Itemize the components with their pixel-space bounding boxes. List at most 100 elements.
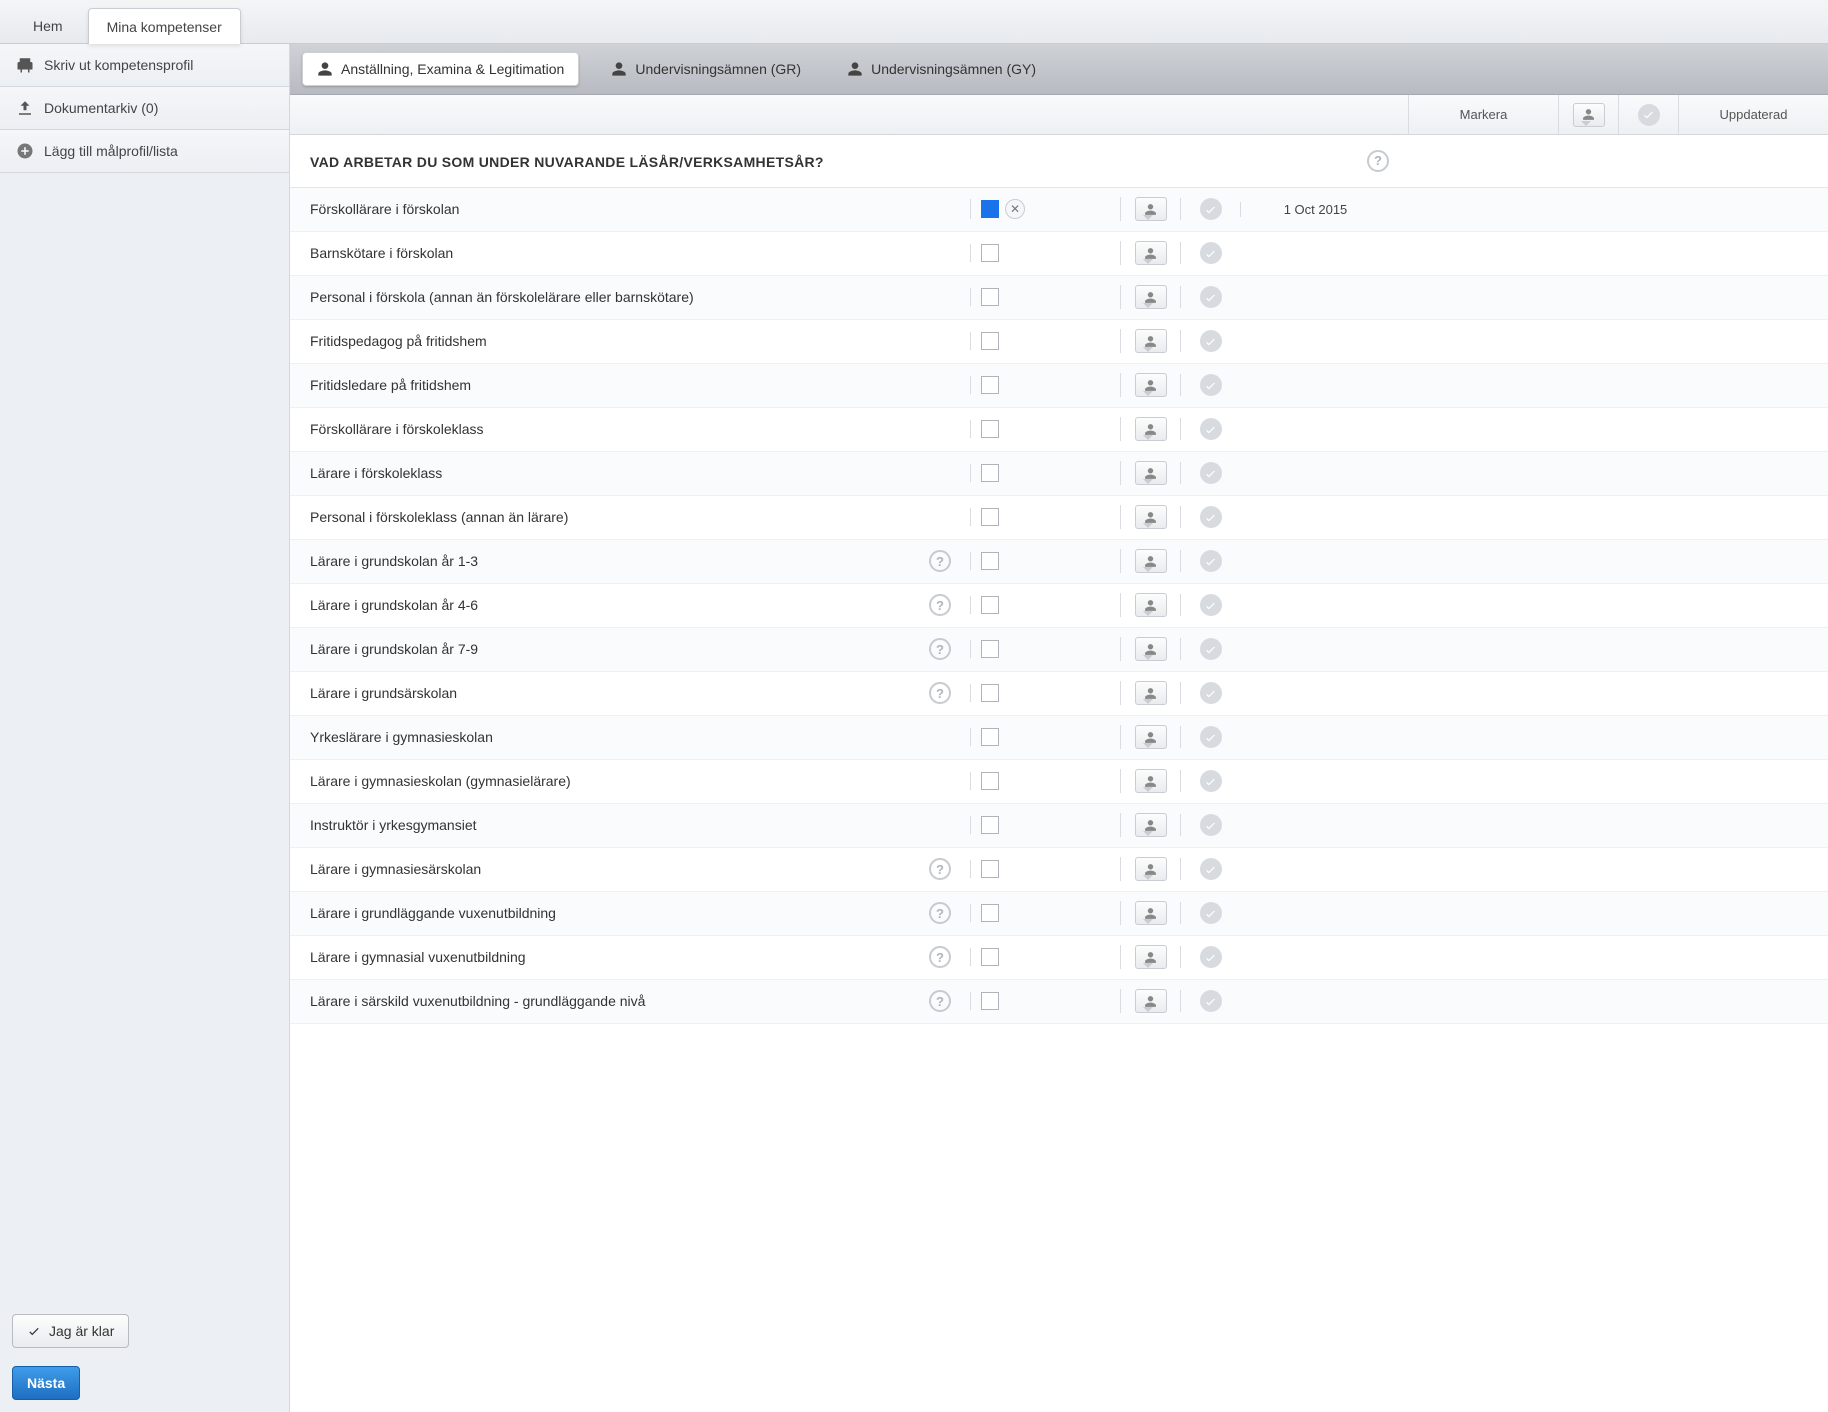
person-icon	[1144, 951, 1157, 964]
check-icon	[1204, 907, 1217, 920]
verify-icon	[1200, 242, 1222, 264]
section-tabs: Anställning, Examina & Legitimation Unde…	[290, 44, 1828, 95]
mark-checkbox[interactable]	[981, 860, 999, 878]
person-icon	[611, 61, 627, 77]
check-icon	[1204, 467, 1217, 480]
comment-button[interactable]	[1135, 945, 1167, 969]
mark-checkbox[interactable]	[981, 288, 999, 306]
mark-checkbox[interactable]	[981, 332, 999, 350]
person-icon	[1144, 379, 1157, 392]
help-icon[interactable]: ?	[929, 638, 951, 660]
verify-icon	[1200, 682, 1222, 704]
mark-checkbox[interactable]	[981, 684, 999, 702]
check-icon	[1204, 599, 1217, 612]
competence-row: Förskollärare i förskolan✕1 Oct 2015	[290, 188, 1828, 232]
comment-button[interactable]	[1135, 241, 1167, 265]
mark-checkbox[interactable]	[981, 244, 999, 262]
question-text: VAD ARBETAR DU SOM UNDER NUVARANDE LÄSÅR…	[310, 153, 870, 173]
competence-row: Förskollärare i förskoleklass	[290, 408, 1828, 452]
check-icon	[1204, 555, 1217, 568]
comment-button[interactable]	[1135, 549, 1167, 573]
comment-button[interactable]	[1135, 285, 1167, 309]
comment-button[interactable]	[1135, 505, 1167, 529]
next-button[interactable]: Nästa	[12, 1366, 80, 1400]
check-icon	[1204, 687, 1217, 700]
verify-icon	[1200, 550, 1222, 572]
comment-button[interactable]	[1135, 637, 1167, 661]
mark-checkbox[interactable]	[981, 200, 999, 218]
comment-button[interactable]	[1135, 197, 1167, 221]
verify-icon	[1200, 286, 1222, 308]
competence-label: Fritidspedagog på fritidshem	[290, 323, 910, 359]
comment-button[interactable]	[1135, 725, 1167, 749]
mark-checkbox[interactable]	[981, 992, 999, 1010]
help-icon[interactable]: ?	[929, 682, 951, 704]
mark-checkbox[interactable]	[981, 552, 999, 570]
comment-button[interactable]	[1135, 373, 1167, 397]
clear-mark-button[interactable]: ✕	[1005, 199, 1025, 219]
competence-row: Lärare i grundsärskolan?	[290, 672, 1828, 716]
person-icon	[1144, 643, 1157, 656]
mark-checkbox[interactable]	[981, 464, 999, 482]
mark-checkbox[interactable]	[981, 640, 999, 658]
column-header: Markera Uppdaterad	[290, 95, 1828, 135]
sidebar-item-add-profile[interactable]: Lägg till målprofil/lista	[0, 130, 289, 173]
section-tab-gy[interactable]: Undervisningsämnen (GY)	[833, 53, 1050, 85]
comment-button[interactable]	[1135, 329, 1167, 353]
mark-checkbox[interactable]	[981, 772, 999, 790]
col-uppdaterad: Uppdaterad	[1678, 95, 1828, 134]
section-tab-label: Anställning, Examina & Legitimation	[341, 61, 564, 77]
competence-label: Lärare i grundläggande vuxenutbildning	[290, 895, 910, 931]
sidebar-item-documents[interactable]: Dokumentarkiv (0)	[0, 87, 289, 130]
person-icon	[1144, 203, 1157, 216]
comment-button[interactable]	[1135, 989, 1167, 1013]
comment-button[interactable]	[1135, 901, 1167, 925]
comment-button[interactable]	[1135, 461, 1167, 485]
comment-button[interactable]	[1135, 681, 1167, 705]
help-icon[interactable]: ?	[929, 594, 951, 616]
competence-row: Fritidsledare på fritidshem	[290, 364, 1828, 408]
sidebar-item-print[interactable]: Skriv ut kompetensprofil	[0, 44, 289, 87]
comment-button[interactable]	[1135, 857, 1167, 881]
mark-checkbox[interactable]	[981, 508, 999, 526]
tab-mina-kompetenser[interactable]: Mina kompetenser	[88, 8, 241, 44]
competence-label: Lärare i grundsärskolan	[290, 675, 910, 711]
competence-row: Barnskötare i förskolan	[290, 232, 1828, 276]
mark-checkbox[interactable]	[981, 948, 999, 966]
check-icon	[1204, 291, 1217, 304]
mark-checkbox[interactable]	[981, 904, 999, 922]
comment-button[interactable]	[1135, 769, 1167, 793]
comment-button[interactable]	[1135, 593, 1167, 617]
mark-checkbox[interactable]	[981, 420, 999, 438]
competence-row: Fritidspedagog på fritidshem	[290, 320, 1828, 364]
help-icon[interactable]: ?	[929, 902, 951, 924]
competence-label: Lärare i grundskolan år 4-6	[290, 587, 910, 623]
check-icon	[1204, 951, 1217, 964]
competence-row: Personal i förskoleklass (annan än lärar…	[290, 496, 1828, 540]
section-tab-gr[interactable]: Undervisningsämnen (GR)	[597, 53, 815, 85]
help-icon[interactable]: ?	[1367, 150, 1389, 172]
help-icon[interactable]: ?	[929, 946, 951, 968]
competence-label: Personal i förskoleklass (annan än lärar…	[290, 499, 910, 535]
person-icon	[1144, 291, 1157, 304]
competence-label: Barnskötare i förskolan	[290, 235, 910, 271]
verify-icon	[1200, 506, 1222, 528]
mark-checkbox[interactable]	[981, 376, 999, 394]
mark-checkbox[interactable]	[981, 728, 999, 746]
mark-checkbox[interactable]	[981, 596, 999, 614]
tab-hem[interactable]: Hem	[14, 7, 82, 43]
comment-button[interactable]	[1135, 813, 1167, 837]
competence-label: Förskollärare i förskolan	[290, 191, 910, 227]
section-tab-anstallning[interactable]: Anställning, Examina & Legitimation	[302, 52, 579, 86]
check-icon	[1204, 819, 1217, 832]
competence-label: Yrkeslärare i gymnasieskolan	[290, 719, 910, 755]
verify-icon	[1200, 858, 1222, 880]
help-icon[interactable]: ?	[929, 990, 951, 1012]
person-icon	[1144, 467, 1157, 480]
mark-checkbox[interactable]	[981, 816, 999, 834]
help-icon[interactable]: ?	[929, 550, 951, 572]
comment-button[interactable]	[1135, 417, 1167, 441]
help-icon[interactable]: ?	[929, 858, 951, 880]
competence-row: Lärare i gymnasiesärskolan?	[290, 848, 1828, 892]
done-button[interactable]: Jag är klar	[12, 1314, 129, 1348]
